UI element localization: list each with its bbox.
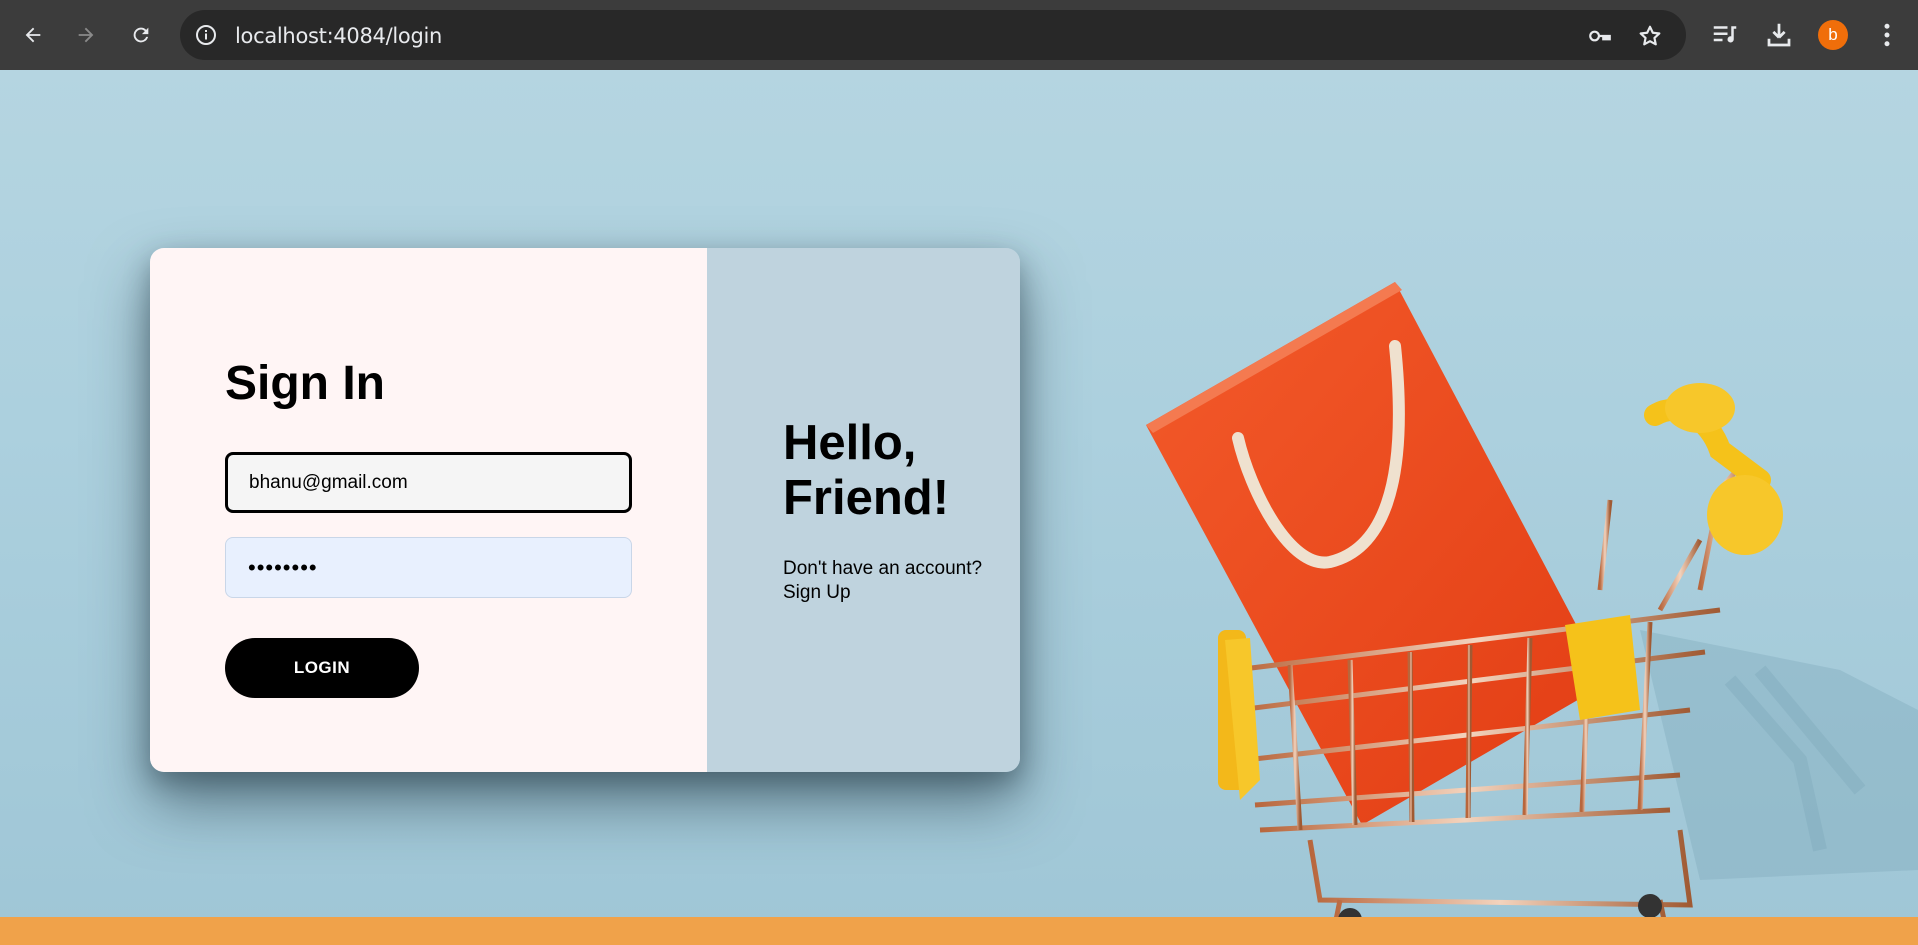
back-arrow-icon [25, 27, 41, 43]
url-path: :4084/login [326, 24, 443, 48]
info-icon[interactable] [194, 23, 218, 47]
welcome-title: Hello, Friend! [783, 416, 949, 526]
login-button[interactable]: LOGIN [225, 638, 419, 698]
page-viewport: Sign In LOGIN Hello, Friend! Don't have … [0, 70, 1918, 945]
signin-title: Sign In [225, 357, 385, 410]
kebab-menu-icon[interactable] [1872, 20, 1902, 50]
url-host: localhost [235, 24, 327, 48]
signup-prompt-text: Don't have an account? [783, 558, 983, 579]
login-card: Sign In LOGIN Hello, Friend! Don't have … [150, 248, 1020, 772]
profile-avatar[interactable]: b [1818, 20, 1848, 50]
browser-toolbar: localhost:4084/login b [0, 0, 1918, 70]
signup-prompt: Don't have an account? Sign Up [783, 557, 983, 605]
reload-icon [133, 27, 149, 43]
welcome-title-line2: Friend! [783, 471, 950, 525]
password-input[interactable] [225, 537, 632, 598]
key-icon[interactable] [1587, 23, 1613, 49]
welcome-title-line1: Hello, [783, 416, 917, 470]
email-input[interactable] [225, 452, 632, 513]
welcome-panel: Hello, Friend! Don't have an account? Si… [707, 248, 1020, 772]
avatar-letter: b [1828, 25, 1838, 44]
back-button[interactable] [13, 15, 53, 55]
star-icon[interactable] [1637, 23, 1663, 49]
forward-button[interactable] [66, 15, 106, 55]
download-icon[interactable] [1764, 20, 1794, 50]
forward-arrow-icon [78, 27, 94, 43]
reload-button[interactable] [121, 15, 161, 55]
signin-panel: Sign In LOGIN [150, 248, 707, 772]
address-bar[interactable]: localhost:4084/login [180, 10, 1686, 60]
media-playlist-icon[interactable] [1710, 20, 1740, 50]
url-text: localhost:4084/login [235, 24, 442, 48]
floor-strip [0, 917, 1918, 945]
signup-link[interactable]: Sign Up [783, 582, 851, 603]
